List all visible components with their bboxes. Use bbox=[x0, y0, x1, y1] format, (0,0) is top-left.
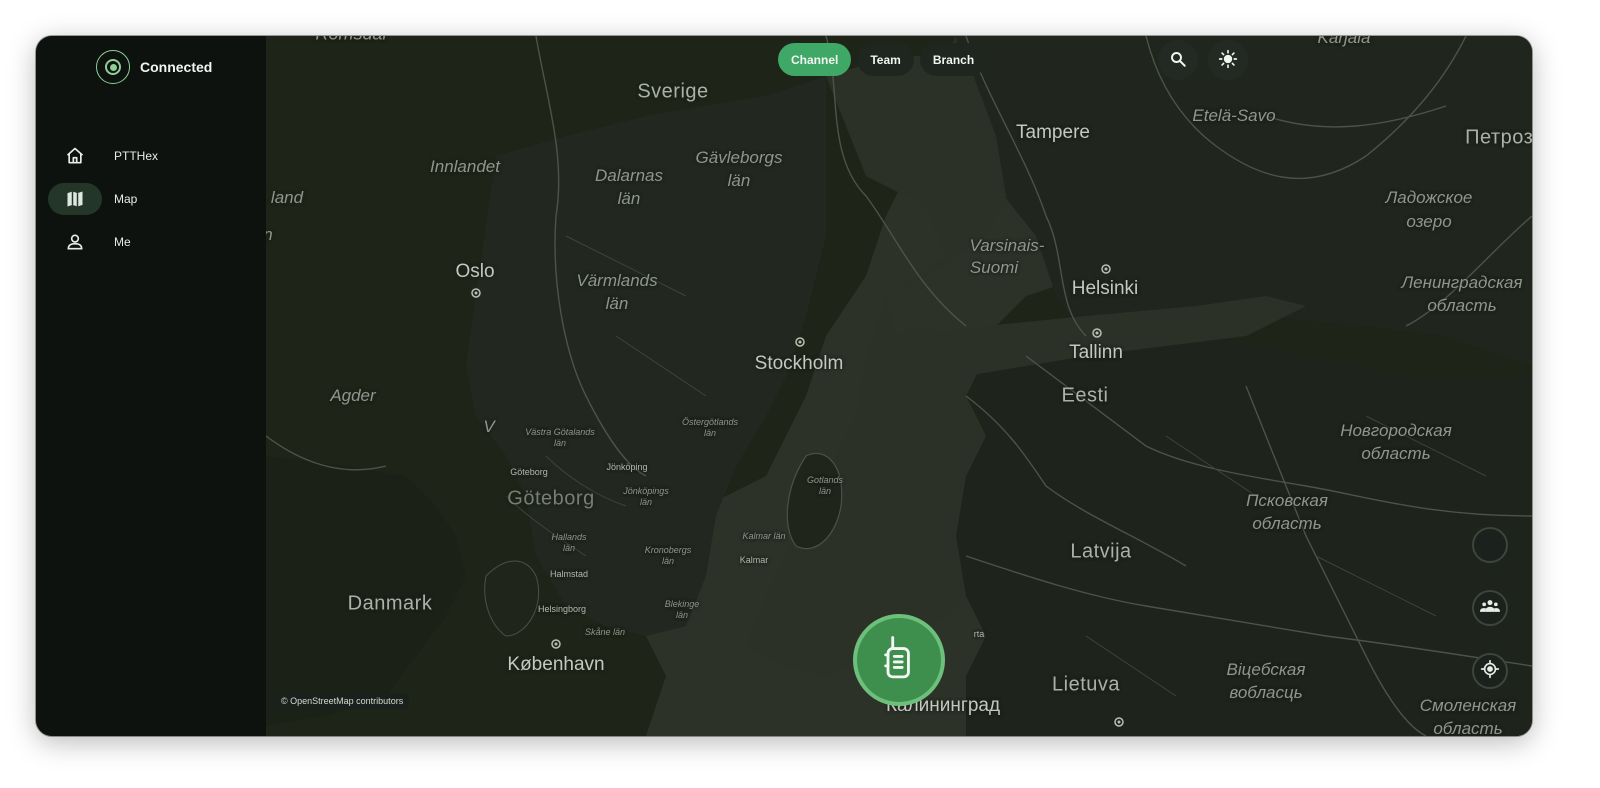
group-button[interactable] bbox=[1472, 590, 1508, 626]
connection-icon bbox=[96, 50, 130, 84]
connection-status[interactable]: Connected bbox=[96, 50, 212, 84]
channel-scope-tabs: Channel Team Branch bbox=[778, 43, 988, 76]
home-icon bbox=[48, 140, 102, 172]
sidebar: Connected PTTHex Map Me bbox=[36, 36, 266, 736]
sidebar-item-label: Map bbox=[114, 192, 138, 206]
status-fab-button[interactable] bbox=[1472, 527, 1508, 563]
map-attribution[interactable]: © OpenStreetMap contributors bbox=[275, 693, 410, 709]
sidebar-nav: PTTHex Map Me bbox=[48, 140, 254, 269]
map-icon bbox=[48, 183, 102, 215]
app-window: Connected PTTHex Map Me Sverige Tampere … bbox=[36, 36, 1532, 736]
person-icon bbox=[48, 226, 102, 258]
my-location-icon bbox=[1480, 659, 1500, 684]
sidebar-item-label: Me bbox=[114, 235, 131, 249]
sidebar-item-map[interactable]: Map bbox=[48, 183, 254, 215]
tab-branch[interactable]: Branch bbox=[919, 43, 988, 76]
walkie-talkie-icon bbox=[880, 635, 918, 685]
sidebar-item-ptthex[interactable]: PTTHex bbox=[48, 140, 254, 172]
tab-team[interactable]: Team bbox=[857, 43, 914, 76]
my-location-button[interactable] bbox=[1472, 653, 1508, 689]
sun-icon bbox=[1218, 49, 1238, 72]
group-icon bbox=[1480, 599, 1500, 618]
search-button[interactable] bbox=[1158, 40, 1198, 80]
sidebar-item-me[interactable]: Me bbox=[48, 226, 254, 258]
push-to-talk-button[interactable] bbox=[853, 614, 945, 706]
map-view[interactable]: Romsdal Sverige Tampere Etelä-Savo Karja… bbox=[266, 36, 1532, 736]
theme-toggle-button[interactable] bbox=[1208, 40, 1248, 80]
search-icon bbox=[1169, 50, 1187, 71]
tab-channel[interactable]: Channel bbox=[778, 43, 852, 76]
sidebar-item-label: PTTHex bbox=[114, 149, 159, 163]
connection-label: Connected bbox=[140, 59, 213, 75]
